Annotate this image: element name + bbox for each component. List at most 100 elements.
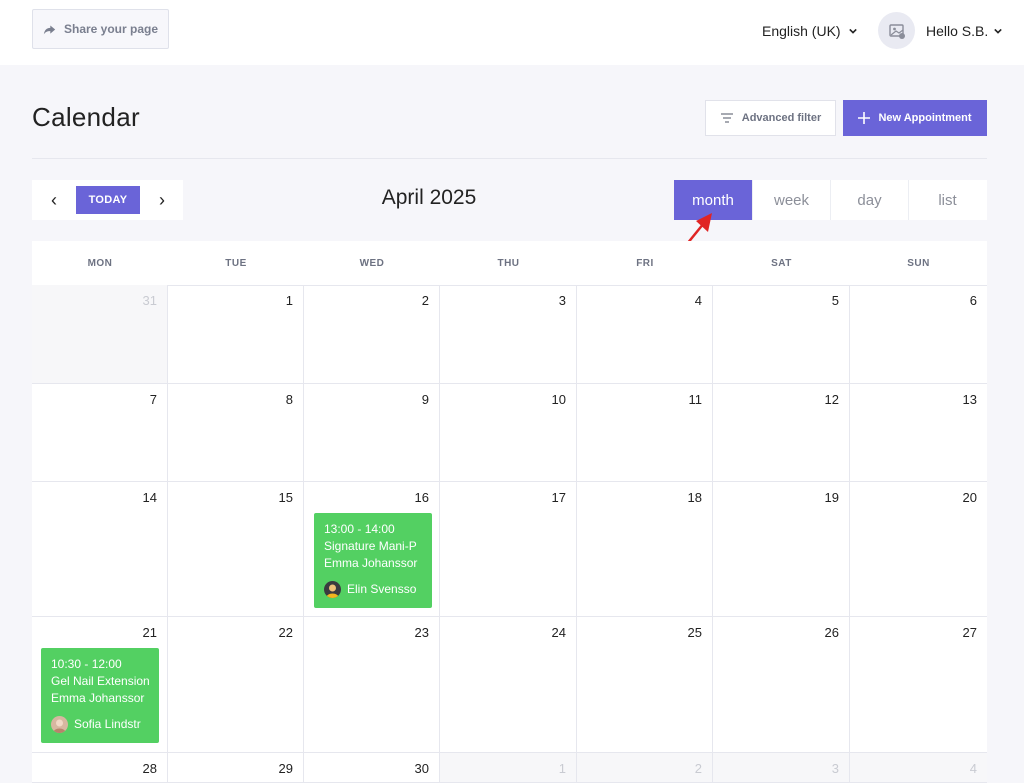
- advanced-filter-button[interactable]: Advanced filter: [705, 100, 836, 136]
- day-cell[interactable]: 8: [168, 384, 304, 482]
- day-cell[interactable]: 11: [577, 384, 713, 482]
- day-number: 7: [149, 392, 157, 407]
- appointment-event[interactable]: 13:00 - 14:00 Signature Mani-P Emma Johans…: [314, 513, 432, 608]
- day-cell[interactable]: 2: [577, 753, 713, 783]
- day-cell[interactable]: 29: [168, 753, 304, 783]
- view-day-button[interactable]: day: [830, 180, 908, 220]
- user-image-icon: [888, 23, 905, 39]
- event-time: 10:30 - 12:00: [51, 657, 122, 671]
- day-number: 11: [688, 392, 703, 407]
- header-divider: [32, 158, 987, 159]
- day-number: 4: [694, 293, 702, 308]
- event-client: Emma Johanssor: [51, 691, 145, 705]
- day-number: 3: [558, 293, 566, 308]
- calendar-grid: MON TUE WED THU FRI SAT SUN 31 1 2 3 4 5 6 7 8 9 10 11 12 1…: [32, 241, 987, 783]
- appointment-event[interactable]: 10:30 - 12:00 Gel Nail Extension Emma Joha…: [41, 648, 159, 743]
- view-switcher: month week day list: [674, 180, 987, 220]
- day-number: 2: [421, 293, 429, 308]
- day-cell[interactable]: 12: [713, 384, 850, 482]
- day-cell[interactable]: 6: [850, 285, 987, 384]
- language-label: English (UK): [762, 23, 841, 39]
- share-page-button[interactable]: Share your page: [32, 9, 169, 49]
- top-bar: Share your page English (UK) Hello S.B.: [0, 0, 1024, 65]
- new-appointment-button[interactable]: New Appointment: [843, 100, 987, 136]
- day-number: 22: [278, 625, 293, 640]
- advanced-filter-label: Advanced filter: [741, 112, 822, 124]
- filter-icon: [720, 113, 733, 123]
- day-cell[interactable]: 26: [713, 617, 850, 753]
- day-cell[interactable]: 3: [713, 753, 850, 783]
- day-cell[interactable]: 9: [304, 384, 440, 482]
- day-cell[interactable]: 25: [577, 617, 713, 753]
- day-number: 27: [962, 625, 977, 640]
- day-number: 24: [551, 625, 566, 640]
- day-number: 31: [142, 293, 157, 308]
- day-cell[interactable]: 15: [168, 482, 304, 617]
- day-number: 20: [962, 490, 977, 505]
- day-cell[interactable]: 10: [440, 384, 577, 482]
- event-time: 13:00 - 14:00: [324, 522, 395, 536]
- day-cell[interactable]: 3: [440, 285, 577, 384]
- day-cell[interactable]: 4: [577, 285, 713, 384]
- day-cell[interactable]: 30: [304, 753, 440, 783]
- day-cell[interactable]: 2: [304, 285, 440, 384]
- date-navigation: ‹ TODAY ›: [32, 180, 183, 220]
- day-cell[interactable]: 5: [713, 285, 850, 384]
- plus-icon: [858, 112, 871, 124]
- user-avatar[interactable]: [878, 12, 915, 49]
- day-cell[interactable]: 4: [850, 753, 987, 783]
- day-number: 26: [824, 625, 839, 640]
- view-week-button[interactable]: week: [752, 180, 830, 220]
- new-appointment-label: New Appointment: [878, 112, 972, 124]
- day-number: 21: [142, 625, 157, 640]
- weekday-fri: FRI: [636, 257, 654, 269]
- prev-month-button[interactable]: ‹: [34, 180, 74, 220]
- day-cell[interactable]: 1: [168, 285, 304, 384]
- day-number: 15: [278, 490, 293, 505]
- day-number: 30: [414, 761, 429, 776]
- day-number: 29: [278, 761, 293, 776]
- day-number: 3: [831, 761, 839, 776]
- weekday-wed: WED: [359, 257, 385, 269]
- day-cell[interactable]: 31: [32, 285, 168, 384]
- weekday-thu: THU: [497, 257, 520, 269]
- share-icon: [43, 24, 56, 34]
- day-cell[interactable]: 13: [850, 384, 987, 482]
- today-button[interactable]: TODAY: [76, 186, 140, 214]
- day-cell[interactable]: 14: [32, 482, 168, 617]
- user-menu[interactable]: Hello S.B.: [926, 20, 1003, 42]
- view-list-button[interactable]: list: [908, 180, 986, 220]
- day-cell[interactable]: 7: [32, 384, 168, 482]
- share-page-label: Share your page: [63, 22, 159, 36]
- weekday-tue: TUE: [225, 257, 247, 269]
- day-number: 19: [824, 490, 839, 505]
- day-cell[interactable]: 17: [440, 482, 577, 617]
- day-number: 1: [285, 293, 293, 308]
- day-cell[interactable]: 20: [850, 482, 987, 617]
- day-number: 18: [687, 490, 702, 505]
- day-cell[interactable]: 23: [304, 617, 440, 753]
- day-cell[interactable]: 27: [850, 617, 987, 753]
- day-number: 6: [969, 293, 977, 308]
- language-selector[interactable]: English (UK): [762, 20, 857, 42]
- day-cell[interactable]: 1: [440, 753, 577, 783]
- day-number: 8: [285, 392, 293, 407]
- event-staff: Sofia Lindstr: [51, 716, 141, 733]
- event-staff: Elin Svensso: [324, 581, 416, 598]
- day-cell[interactable]: 19: [713, 482, 850, 617]
- weekday-header: MON TUE WED THU FRI SAT SUN: [32, 241, 987, 286]
- next-month-button[interactable]: ›: [142, 180, 182, 220]
- day-number: 12: [824, 392, 839, 407]
- day-cell[interactable]: 18: [577, 482, 713, 617]
- weekday-sun: SUN: [907, 257, 930, 269]
- day-cell[interactable]: 28: [32, 753, 168, 783]
- day-number: 17: [551, 490, 566, 505]
- day-number: 2: [694, 761, 702, 776]
- day-number: 23: [414, 625, 429, 640]
- staff-avatar: [324, 581, 341, 598]
- user-greeting: Hello S.B.: [926, 23, 989, 39]
- day-cell[interactable]: 22: [168, 617, 304, 753]
- event-service: Gel Nail Extension: [51, 674, 150, 688]
- day-cell[interactable]: 24: [440, 617, 577, 753]
- day-number: 25: [687, 625, 702, 640]
